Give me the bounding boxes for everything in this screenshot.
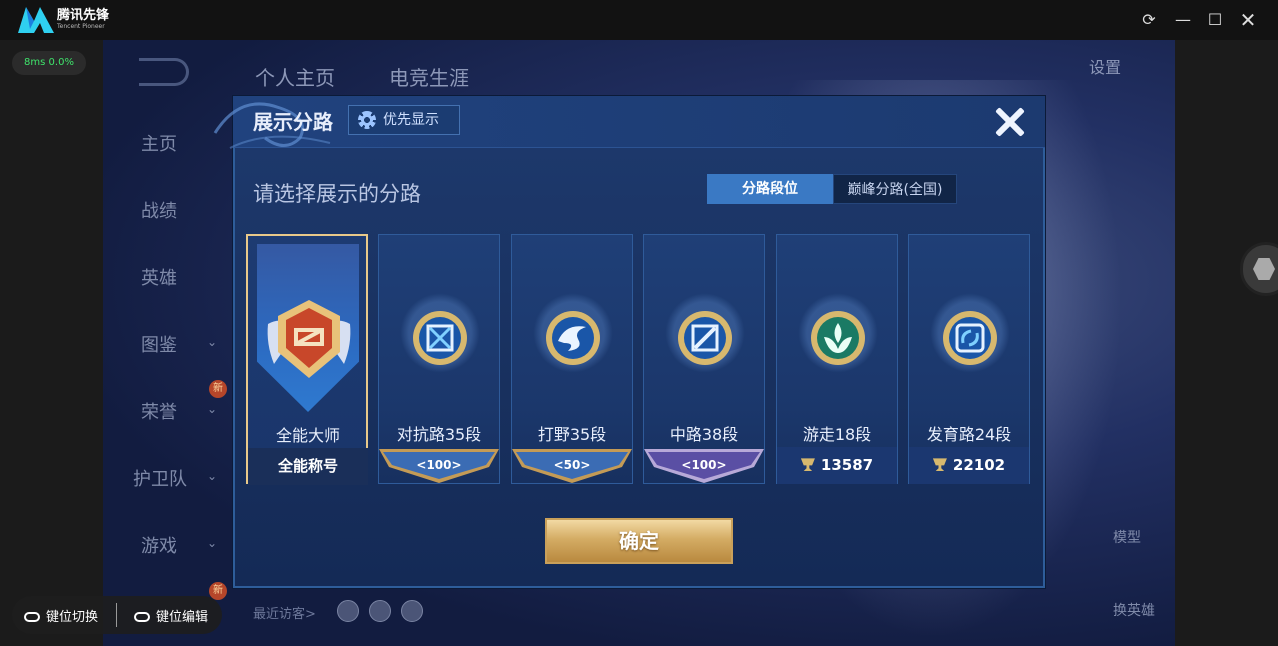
key-mapping-bar: 键位切换 键位编辑 bbox=[12, 596, 222, 634]
lane-card-label: 游走18段 bbox=[802, 425, 872, 444]
minimize-button[interactable]: — bbox=[1171, 8, 1195, 32]
sidebar-item-games[interactable]: 游戏 bbox=[141, 532, 177, 558]
chevron-down-icon: ⌄ bbox=[207, 402, 218, 416]
chevron-down-icon: ⌄ bbox=[207, 335, 218, 349]
tab-esports[interactable]: 电竞生涯 bbox=[389, 62, 469, 91]
divider bbox=[116, 603, 117, 627]
sidebar-item-catalog[interactable]: 图鉴 bbox=[141, 331, 177, 357]
trophy-icon bbox=[800, 458, 815, 471]
farm-lane-emblem-icon bbox=[943, 311, 997, 365]
trophy-icon bbox=[932, 458, 947, 471]
priority-display-label: 优先显示 bbox=[383, 112, 439, 128]
sidebar-item-home[interactable]: 主页 bbox=[141, 130, 177, 156]
sidebar-item-heroes[interactable]: 英雄 bbox=[141, 264, 177, 290]
latency-indicator: 8ms 0.0% bbox=[12, 51, 86, 75]
settings-button[interactable]: 设置 bbox=[1089, 54, 1121, 78]
app-brand: 腾讯先锋 Tencent Pioneer bbox=[57, 9, 109, 30]
roam-emblem-icon bbox=[811, 311, 865, 365]
jungle-emblem-icon bbox=[546, 311, 600, 365]
close-dialog-button[interactable] bbox=[990, 102, 1030, 142]
sidebar-item-guard[interactable]: 护卫队 bbox=[133, 465, 187, 491]
priority-display-button[interactable]: 优先显示 bbox=[348, 105, 460, 135]
chevron-down-icon: ⌄ bbox=[207, 536, 218, 550]
lane-card-top[interactable]: 对抗路35段 <100> bbox=[378, 234, 500, 484]
hexagon-icon bbox=[1253, 258, 1275, 280]
lane-card-badge: <100> bbox=[416, 458, 462, 472]
mid-lane-emblem-icon bbox=[678, 311, 732, 365]
back-arrow-icon[interactable] bbox=[139, 58, 189, 86]
gamepad-icon bbox=[24, 612, 40, 622]
tencent-pioneer-logo-icon bbox=[18, 7, 54, 33]
lane-card-label: 发育路24段 bbox=[926, 425, 1012, 444]
lane-card-label: 全能大师 bbox=[275, 426, 340, 445]
confirm-button[interactable]: 确定 bbox=[545, 518, 733, 564]
lane-card-badge: 13587 bbox=[820, 456, 874, 474]
lane-card-badge: 全能称号 bbox=[248, 448, 368, 485]
lane-card-farm[interactable]: 发育路24段 22102 bbox=[908, 234, 1030, 484]
lane-card-badge: <100> bbox=[681, 458, 727, 472]
lane-card-score: 22102 bbox=[909, 447, 1029, 484]
change-hero-button[interactable]: 换英雄 bbox=[1113, 600, 1155, 620]
lane-card-label: 中路38段 bbox=[669, 425, 739, 444]
lane-card-badge: <50> bbox=[553, 458, 591, 472]
screen: 腾讯先锋 Tencent Pioneer ⟳ — ☐ ✕ 8ms 0.0% 个人… bbox=[0, 0, 1278, 646]
avatar[interactable] bbox=[337, 600, 359, 622]
lane-card-jungle[interactable]: 打野35段 <50> bbox=[511, 234, 633, 484]
tab-profile[interactable]: 个人主页 bbox=[255, 62, 335, 91]
window-titlebar: 腾讯先锋 Tencent Pioneer ⟳ — ☐ ✕ bbox=[0, 0, 1278, 40]
app-name: 腾讯先锋 bbox=[57, 8, 110, 23]
lane-card-mid[interactable]: 中路38段 <100> bbox=[643, 234, 765, 484]
key-switch-label: 键位切换 bbox=[46, 610, 99, 625]
dialog-prompt: 请选择展示的分路 bbox=[253, 182, 421, 206]
lane-card-roam[interactable]: 游走18段 13587 bbox=[776, 234, 898, 484]
app-name-en: Tencent Pioneer bbox=[57, 23, 105, 30]
tab-lane-rank[interactable]: 分路段位 bbox=[707, 174, 833, 204]
key-edit-button[interactable]: 键位编辑 bbox=[134, 606, 208, 625]
key-switch-button[interactable]: 键位切换 bbox=[24, 606, 98, 625]
lane-card-allround[interactable]: 全能大师 全能称号 bbox=[246, 234, 368, 485]
recent-visitors-link[interactable]: 最近访客> bbox=[253, 603, 316, 622]
dialog-title: 展示分路 bbox=[253, 110, 333, 134]
maximize-button[interactable]: ☐ bbox=[1203, 8, 1227, 32]
right-margin bbox=[1175, 40, 1278, 646]
gear-icon bbox=[358, 111, 376, 129]
left-margin bbox=[0, 40, 103, 646]
top-lane-emblem-icon bbox=[413, 311, 467, 365]
gamepad-icon bbox=[134, 612, 150, 622]
lane-card-badge: 22102 bbox=[952, 456, 1006, 474]
avatar[interactable] bbox=[401, 600, 423, 622]
lane-card-label: 对抗路35段 bbox=[396, 425, 482, 444]
tab-peak-lane[interactable]: 巅峰分路(全国) bbox=[833, 174, 957, 204]
key-edit-label: 键位编辑 bbox=[156, 610, 209, 625]
sidebar-item-record[interactable]: 战绩 bbox=[141, 197, 177, 223]
lane-card-label: 打野35段 bbox=[537, 425, 607, 444]
sidebar-item-honor[interactable]: 荣誉 bbox=[141, 398, 177, 424]
new-badge: 新 bbox=[209, 380, 227, 398]
model-button[interactable]: 模型 bbox=[1113, 527, 1141, 547]
lane-card-score: 13587 bbox=[777, 447, 897, 484]
master-emblem-icon bbox=[267, 300, 351, 378]
chevron-down-icon: ⌄ bbox=[207, 469, 218, 483]
avatar[interactable] bbox=[369, 600, 391, 622]
close-window-button[interactable]: ✕ bbox=[1236, 8, 1260, 32]
refresh-icon[interactable]: ⟳ bbox=[1137, 8, 1161, 32]
